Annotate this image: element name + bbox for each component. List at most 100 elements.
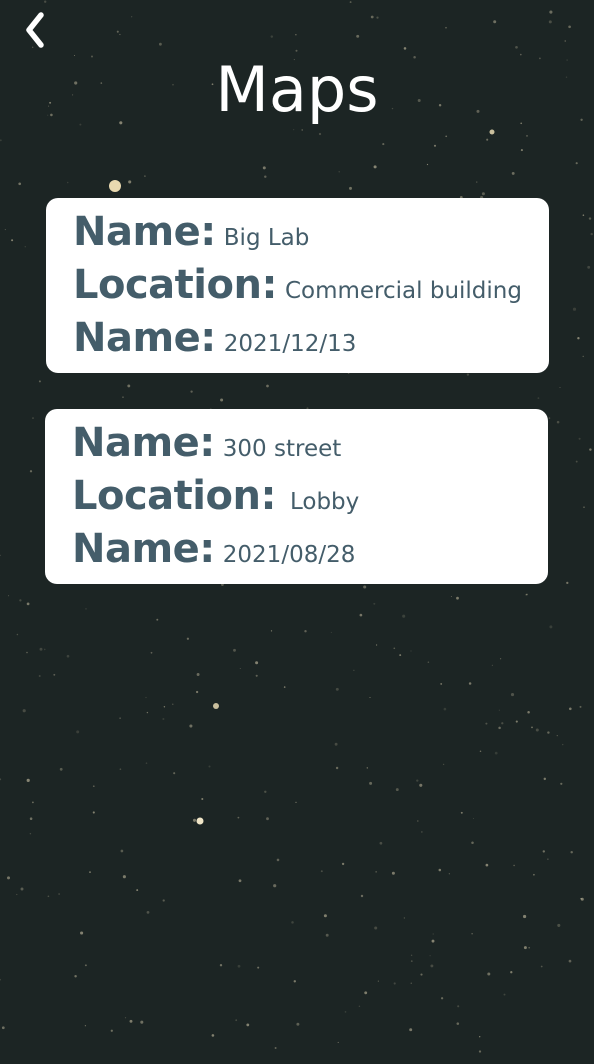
star-speck [427,661,430,663]
star-speck [450,595,452,598]
star-speck [145,696,147,699]
star-speck [472,817,475,820]
star-speck [356,34,360,38]
star-speck [16,633,19,636]
star-speck [579,705,582,708]
star-speck [478,1050,482,1053]
star-speck [110,1029,113,1032]
star-large [109,180,121,192]
star-speck [456,596,459,600]
map-name-row: Name: Big Lab [73,206,549,259]
star-speck [494,751,498,755]
star-speck [589,448,592,451]
star-speck [393,982,396,985]
star-speck [119,717,121,719]
star-speck [416,779,419,782]
star-speck [66,181,69,184]
star-small [213,703,219,709]
star-speck [445,26,447,29]
star-speck [274,1047,277,1049]
star-speck [220,398,224,402]
star-speck [515,720,518,723]
star-speck [560,782,563,785]
star-speck [382,143,385,146]
star-speck [557,923,561,927]
star-speck [471,841,474,845]
map-name-value: Big Lab [223,225,310,251]
star-speck [264,175,267,178]
star-speck [568,25,571,29]
star-speck [523,946,527,950]
star-speck [122,875,126,879]
star-speck [479,1036,481,1038]
star-speck [136,889,139,892]
star-speck [485,722,488,725]
star-speck [58,893,60,895]
star-speck [543,777,547,781]
star-speck [468,682,472,685]
map-date-value: 2021/12/13 [223,331,357,357]
star-speck [119,33,121,36]
star-medium [196,817,204,825]
star-speck [548,417,551,419]
star-speck [270,630,273,632]
location-label: Location: [72,473,276,519]
star-speck [525,594,527,596]
star-speck [190,390,193,393]
star-speck [421,831,423,833]
star-speck [379,841,383,845]
star-speck [479,750,482,753]
star-speck [338,171,340,173]
star-speck [438,868,442,872]
map-name-row: Name: 300 street [72,417,548,470]
map-date-value: 2021/08/28 [222,542,356,568]
star-speck [163,706,166,708]
star-speck [80,931,84,935]
star-speck [53,673,56,676]
star-speck [47,895,50,898]
star-speck [150,651,153,654]
star-speck [510,971,513,974]
star-speck [38,675,41,677]
star-speck [575,460,578,463]
star-speck [39,647,43,651]
star-speck [374,926,378,930]
star-speck [349,186,352,190]
star-speck [140,1020,144,1024]
map-card[interactable]: Name: Big Lab Location: Commercial build… [46,198,549,373]
star-speck [262,166,266,170]
star-speck [201,797,204,801]
star-speck [513,864,515,867]
star-speck [410,650,412,652]
back-button[interactable] [14,8,58,52]
star-speck [547,731,550,734]
star-speck [145,762,148,764]
star-speck [16,893,18,896]
map-location-value: Commercial building [284,278,522,304]
star-speck [219,964,223,967]
star-speck [476,181,478,183]
star-speck [410,982,412,984]
star-speck [582,355,584,358]
star-speck [320,870,323,873]
star-speck [283,686,286,688]
star-speck [501,722,504,725]
star-speck [26,778,30,783]
star-speck [295,801,297,804]
star-speck [410,960,413,962]
star-speck [566,581,569,585]
date-label: Name: [72,526,215,572]
star-speck [358,1005,361,1008]
star-speck [527,710,530,714]
star-speck [448,873,450,875]
star-speck [430,964,434,968]
map-card[interactable]: Name: 300 street Location: Lobby Name: 2… [45,409,548,584]
star-speck [20,887,24,891]
star-speck [295,34,297,36]
star-speck [373,602,376,605]
star-speck [572,307,577,311]
star-speck [334,742,338,746]
star-speck [499,658,502,660]
star-speck [239,667,241,670]
star-speck [344,1011,347,1013]
